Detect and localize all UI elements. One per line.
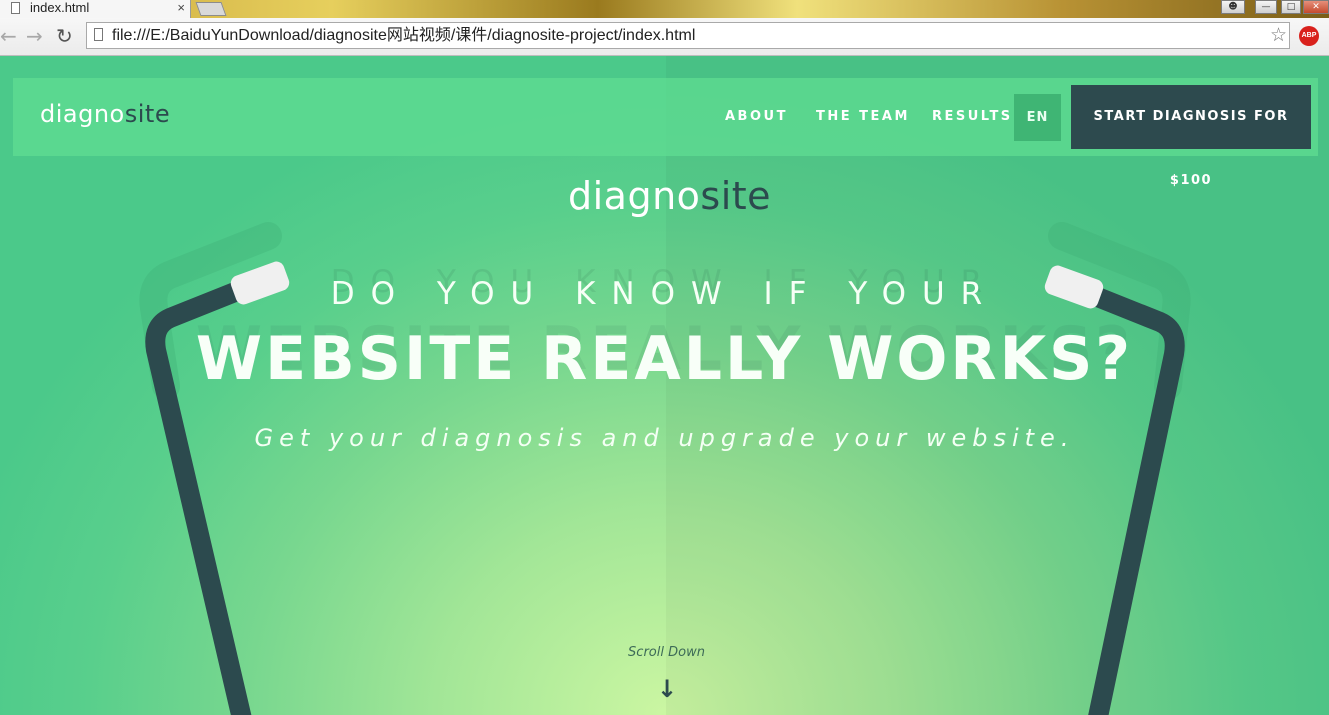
hero-logo-dark-text: site bbox=[700, 174, 772, 218]
tab-close-icon[interactable]: × bbox=[177, 0, 185, 16]
browser-tab[interactable]: index.html × bbox=[0, 0, 191, 18]
language-button[interactable]: EN bbox=[1014, 94, 1061, 141]
nav-link-results[interactable]: RESULTS bbox=[932, 109, 1013, 124]
browser-tab-strip: index.html × ☻ — □ ✕ bbox=[0, 0, 1329, 18]
page-icon bbox=[11, 2, 20, 14]
site-navbar: diagnosite ABOUT THE TEAM RESULTS EN STA… bbox=[13, 78, 1318, 188]
start-diagnosis-button[interactable]: START DIAGNOSIS FOR $100 bbox=[1071, 85, 1311, 188]
close-window-button[interactable]: ✕ bbox=[1303, 0, 1329, 14]
hero-logo-light-text: diagno bbox=[568, 174, 701, 218]
navbar-logo[interactable]: diagnosite bbox=[40, 100, 170, 128]
forward-arrow-icon[interactable]: → bbox=[26, 24, 43, 48]
hero-tagline: Get your diagnosis and upgrade your webs… bbox=[254, 424, 1075, 452]
back-arrow-icon[interactable]: ← bbox=[0, 24, 17, 48]
nav-link-about[interactable]: ABOUT bbox=[725, 109, 788, 124]
minimize-button[interactable]: — bbox=[1255, 0, 1277, 14]
logo-light-text: diagno bbox=[40, 100, 125, 128]
scroll-down-link[interactable]: Scroll Down bbox=[0, 645, 1329, 660]
url-text[interactable]: file:///E:/BaiduYunDownload/diagnosite网站… bbox=[112, 23, 695, 48]
hero-logo: diagnosite bbox=[568, 174, 771, 218]
reload-icon[interactable]: ↻ bbox=[56, 24, 73, 48]
headline-line2: WEBSITE REALLY WORKS? bbox=[195, 324, 1134, 394]
maximize-button[interactable]: □ bbox=[1281, 0, 1301, 14]
document-icon bbox=[94, 28, 103, 41]
browser-toolbar: ← → ↻ file:///E:/BaiduYunDownload/diagno… bbox=[0, 18, 1329, 56]
nav-link-the-team[interactable]: THE TEAM bbox=[816, 109, 910, 124]
new-tab-button[interactable] bbox=[195, 2, 227, 16]
logo-dark-text: site bbox=[124, 100, 171, 128]
tab-title: index.html bbox=[30, 0, 90, 15]
bookmark-star-icon[interactable]: ☆ bbox=[1270, 23, 1287, 48]
page-viewport: diagnosite ABOUT THE TEAM RESULTS EN STA… bbox=[0, 56, 1329, 715]
user-icon[interactable]: ☻ bbox=[1221, 0, 1245, 14]
arrow-down-icon[interactable]: ↓ bbox=[655, 676, 679, 702]
adblock-icon[interactable]: ABP bbox=[1299, 26, 1319, 46]
headline-line1: DO YOU KNOW IF YOUR bbox=[330, 276, 999, 312]
address-bar[interactable]: file:///E:/BaiduYunDownload/diagnosite网站… bbox=[86, 22, 1290, 49]
